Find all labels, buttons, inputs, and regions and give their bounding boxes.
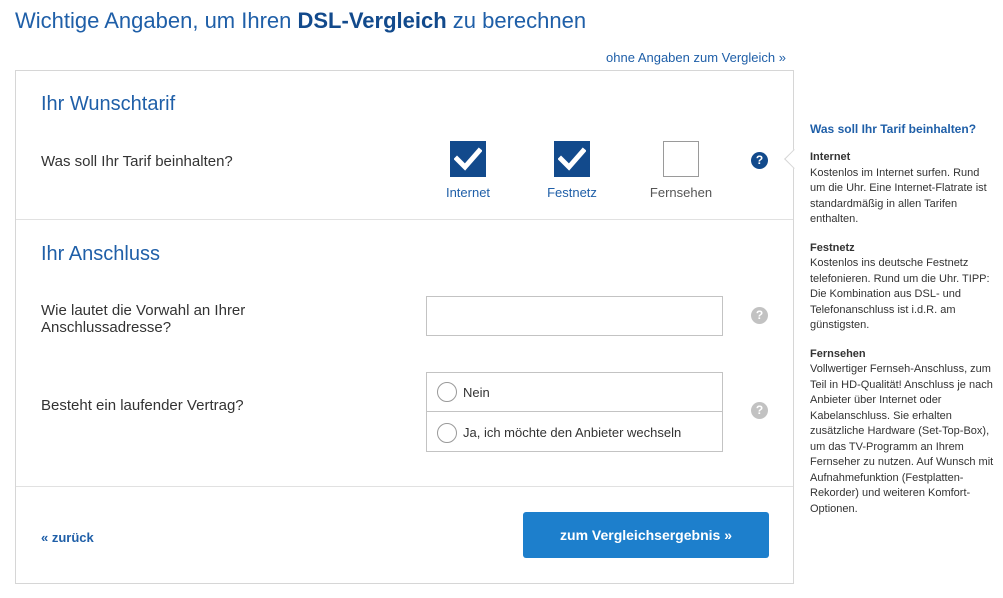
sidebar-block-internet: Internet Kostenlos im Internet surfen. R… bbox=[810, 150, 995, 228]
radio-button-wechseln[interactable] bbox=[437, 422, 457, 443]
contract-question: Besteht ein laufender Vertrag? bbox=[41, 397, 244, 414]
sidebar-block-fernsehen: Fernsehen Vollwertiger Fernseh-Anschluss… bbox=[810, 347, 995, 518]
help-contract-icon[interactable]: ? bbox=[751, 402, 768, 419]
radio-label-wechseln: Ja, ich möchte den Anbieter wechseln bbox=[463, 425, 682, 440]
internet-checkbox[interactable] bbox=[450, 141, 486, 177]
sidebar-heading-fernsehen: Fernsehen bbox=[810, 347, 866, 360]
fernsehen-checkbox[interactable] bbox=[663, 141, 699, 177]
back-link[interactable]: « zurück bbox=[41, 530, 94, 545]
option-festnetz[interactable]: Festnetz bbox=[532, 141, 612, 200]
help-tariff-icon[interactable]: ? bbox=[751, 152, 768, 169]
contract-radio-group: Nein Ja, ich möchte den Anbieter wechsel… bbox=[426, 372, 723, 452]
option-fernsehen[interactable]: Fernsehen bbox=[641, 141, 721, 200]
page-title: Wichtige Angaben, um Ihren DSL-Vergleich… bbox=[15, 8, 586, 34]
sidebar-text-fernsehen: Vollwertiger Fernseh-Anschluss, zum Teil… bbox=[810, 363, 994, 515]
option-internet[interactable]: Internet bbox=[428, 141, 508, 200]
sidebar-block-festnetz: Festnetz Kostenlos ins deutsche Festnetz… bbox=[810, 241, 995, 334]
radio-option-nein[interactable]: Nein bbox=[427, 373, 722, 412]
sidebar-heading-festnetz: Festnetz bbox=[810, 241, 855, 254]
sidebar-text-festnetz: Kostenlos ins deutsche Festnetz telefoni… bbox=[810, 257, 990, 331]
festnetz-label: Festnetz bbox=[547, 185, 597, 200]
sidebar-heading-internet: Internet bbox=[810, 151, 851, 163]
section-title-anschluss: Ihr Anschluss bbox=[41, 243, 160, 265]
checkmark-icon bbox=[558, 147, 586, 171]
area-code-question: Wie lautet die Vorwahl an Ihrer Anschlus… bbox=[41, 302, 246, 336]
help-sidebar: Was soll Ihr Tarif beinhalten? Internet … bbox=[810, 121, 995, 530]
radio-option-wechseln[interactable]: Ja, ich möchte den Anbieter wechseln bbox=[427, 413, 722, 452]
page-title-prefix: Wichtige Angaben, um Ihren bbox=[15, 8, 298, 33]
sidebar-title: Was soll Ihr Tarif beinhalten? bbox=[810, 122, 977, 136]
radio-button-nein[interactable] bbox=[437, 382, 457, 402]
skip-to-comparison-link[interactable]: ohne Angaben zum Vergleich » bbox=[606, 50, 786, 65]
festnetz-checkbox[interactable] bbox=[554, 141, 590, 177]
actions-divider bbox=[16, 486, 793, 487]
tariff-form-card: Ihr Wunschtarif Was soll Ihr Tarif beinh… bbox=[15, 70, 794, 584]
internet-label: Internet bbox=[445, 185, 491, 200]
tariff-contents-question: Was soll Ihr Tarif beinhalten? bbox=[41, 153, 233, 170]
area-code-input[interactable] bbox=[426, 296, 723, 336]
help-area-code-icon[interactable]: ? bbox=[751, 307, 768, 324]
fernsehen-label: Fernsehen bbox=[649, 185, 713, 200]
section-divider bbox=[16, 219, 793, 220]
radio-label-nein: Nein bbox=[463, 384, 490, 400]
page-title-suffix: zu berechnen bbox=[446, 8, 587, 33]
sidebar-text-internet: Kostenlos im Internet surfen. Rund um di… bbox=[810, 166, 987, 226]
section-title-wunschtarif: Ihr Wunschtarif bbox=[41, 93, 176, 115]
submit-comparison-button[interactable]: zum Vergleichsergebnis » bbox=[523, 512, 769, 558]
page-title-emphasis: DSL-Vergleich bbox=[297, 8, 447, 33]
checkmark-icon bbox=[454, 147, 482, 171]
